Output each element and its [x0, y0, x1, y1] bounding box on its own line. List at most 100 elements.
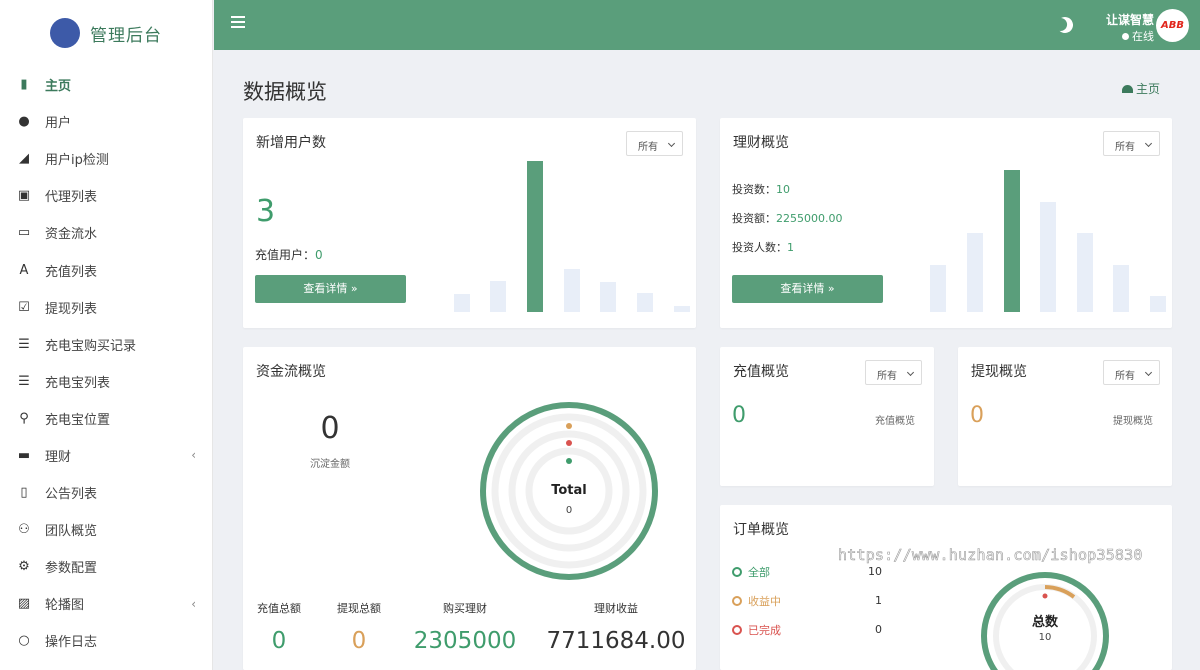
bar-chart-bar [564, 269, 580, 312]
ring-dot [566, 440, 572, 446]
invest-count-value: 10 [776, 183, 790, 196]
check-square-icon: ☑ [18, 299, 30, 315]
sidebar-item-13[interactable]: ⚙ 参数配置 [0, 548, 212, 585]
bar-chart-bar [1040, 202, 1056, 312]
sidebar-item-10[interactable]: ▬ 理财 ‹ [0, 437, 212, 474]
page-title: 数据概览 [243, 80, 327, 104]
withdraw-card: 提现概览 所有 0 提现概览 [958, 347, 1172, 486]
sidebar-item-label: 充值列表 [45, 264, 98, 280]
withdraw-value: 0 [970, 403, 984, 428]
dark-mode-moon-icon[interactable] [1055, 15, 1076, 36]
bar-chart-icon: ▮ [20, 77, 28, 93]
sidebar-item-label: 轮播图 [45, 598, 85, 614]
sidebar-item-5[interactable]: A 充值列表 [0, 251, 212, 288]
invest-amount-label: 投资额： [732, 212, 776, 225]
sidebar-item-7[interactable]: ☰ 充电宝购买记录 [0, 326, 212, 363]
recharge-total-label: 充值总额 [257, 602, 301, 615]
recharge-users-label: 充值用户： [255, 248, 316, 262]
sidebar-item-1[interactable]: ● 用户 [0, 103, 212, 140]
sidebar-item-label: 操作日志 [45, 635, 98, 651]
order-legend-label: 收益中 [748, 595, 781, 608]
breadcrumb[interactable]: 主页 [1122, 80, 1160, 97]
sidebar-item-3[interactable]: ▣ 代理列表 [0, 177, 212, 214]
cashflow-card: 资金流概览 0 沉淀金额 Total 0 充值总额 提现总额 购买理财 理财收益… [243, 347, 696, 670]
withdraw-filter-select[interactable]: 所有 [1103, 360, 1160, 385]
avatar[interactable]: ABB [1156, 9, 1189, 42]
file-text-icon: ▯ [20, 485, 28, 501]
recharge-users-line: 充值用户：0 [255, 246, 323, 263]
user-icon: ● [18, 114, 30, 130]
recharge-filter-select[interactable]: 所有 [865, 360, 922, 385]
bar-chart-bar [1004, 170, 1020, 312]
sidebar-item-11[interactable]: ▯ 公告列表 [0, 474, 212, 511]
recharge-label: 充值概览 [875, 416, 915, 427]
investors-label: 投资人数： [732, 241, 787, 254]
withdraw-total-label: 提现总额 [337, 602, 381, 615]
bar-chart-bar [1113, 265, 1129, 312]
ring-dot [566, 423, 572, 429]
sidebar-item-label: 充电宝列表 [45, 375, 111, 391]
order-count-completed: 0 [875, 623, 882, 636]
sidebar-nav: ▮ 主页 ● 用户 ◢ 用户ip检测 ▣ 代理列表 ▭ 资金流水 A 充值列表 ☑ 提现列表 ☰ 充电宝购买记… [0, 66, 212, 670]
sidebar-item-15[interactable]: ○ 操作日志 [0, 622, 212, 659]
sidebar-item-2[interactable]: ◢ 用户ip检测 [0, 140, 212, 177]
sidebar-item-label: 主页 [45, 79, 72, 95]
sidebar: 管理后台 ▮ 主页 ● 用户 ◢ 用户ip检测 ▣ 代理列表 ▭ 资金流水 A 充值列表 ☑ 提现列表 ☰ 充… [0, 0, 213, 670]
user-name[interactable]: 让谋智慧 [1094, 11, 1154, 28]
new-users-details-button[interactable]: 查看详情 » [255, 275, 406, 303]
archive-icon: ▬ [17, 447, 31, 463]
sidebar-item-8[interactable]: ☰ 充电宝列表 [0, 363, 212, 400]
new-users-title: 新增用户数 [256, 135, 326, 151]
bar-chart-bar [527, 161, 543, 312]
ring-dot [566, 458, 572, 464]
finance-filter-select[interactable]: 所有 [1103, 131, 1160, 156]
sidebar-item-12[interactable]: ⚇ 团队概览 [0, 511, 212, 548]
sidebar-item-label: 团队概览 [45, 524, 98, 540]
purchase-finance-value: 2305000 [413, 628, 517, 654]
cogs-icon: ⚙ [18, 559, 30, 575]
sidebar-item-label: 用户ip检测 [45, 153, 109, 169]
sidebar-item-label: 用户 [45, 116, 72, 132]
new-users-count: 3 [256, 194, 276, 229]
finance-card: 理财概览 所有 投资数：10 投资额：2255000.00 投资人数：1 查看详… [720, 118, 1172, 328]
order-legend-all[interactable]: 全部 [732, 565, 770, 579]
sidebar-item-label: 资金流水 [45, 227, 98, 243]
bar-chart-bar [490, 281, 506, 312]
bar-chart-bar [1150, 296, 1166, 312]
orders-ring-value: 10 [1038, 632, 1052, 643]
invest-count-label: 投资数： [732, 183, 776, 196]
order-legend-earning[interactable]: 收益中 [732, 594, 781, 608]
bar-chart-bar [967, 233, 983, 312]
ring-title: Total [551, 483, 587, 498]
recharge-card: 充值概览 所有 0 充值概览 [720, 347, 934, 486]
sidebar-item-4[interactable]: ▭ 资金流水 [0, 214, 212, 251]
circle-icon: ○ [18, 633, 30, 649]
indent-list-icon: ☰ [18, 373, 30, 389]
brand[interactable]: 管理后台 [0, 0, 212, 66]
money-icon: ▭ [17, 225, 31, 241]
finance-details-button[interactable]: 查看详情 » [732, 275, 883, 303]
chevron-left-icon[interactable]: ‹ [191, 597, 196, 611]
sidebar-item-9[interactable]: ⚲ 充电宝位置 [0, 400, 212, 437]
sidebar-item-label: 充电宝购买记录 [45, 338, 137, 354]
bar-chart-bar [1077, 233, 1093, 312]
bar-chart-bar [454, 294, 470, 312]
sidebar-item-16[interactable]: ▪系统 [0, 660, 212, 670]
ring-dot [1042, 593, 1048, 599]
bar-chart-bar [930, 265, 946, 312]
list-icon: ☰ [18, 336, 30, 352]
new-users-card: 新增用户数 所有 3 充值用户：0 查看详情 » [243, 118, 696, 328]
sidebar-item-6[interactable]: ☑ 提现列表 [0, 289, 212, 326]
chevron-left-icon[interactable]: ‹ [191, 448, 196, 462]
sidebar-item-14[interactable]: ▨ 轮播图 ‹ [0, 585, 212, 622]
new-users-filter-select[interactable]: 所有 [626, 131, 683, 156]
sidebar-item-0[interactable]: ▮ 主页 [0, 66, 212, 103]
order-count-all: 10 [868, 565, 882, 578]
order-legend-completed[interactable]: 已完成 [732, 623, 781, 637]
menu-toggle-icon[interactable] [231, 16, 245, 28]
finance-income-value: 7711684.00 [546, 628, 686, 654]
legend-circle-icon [732, 625, 742, 635]
order-count-earning: 1 [875, 594, 882, 607]
finance-title: 理财概览 [733, 135, 789, 151]
image-icon: ▨ [17, 596, 31, 612]
